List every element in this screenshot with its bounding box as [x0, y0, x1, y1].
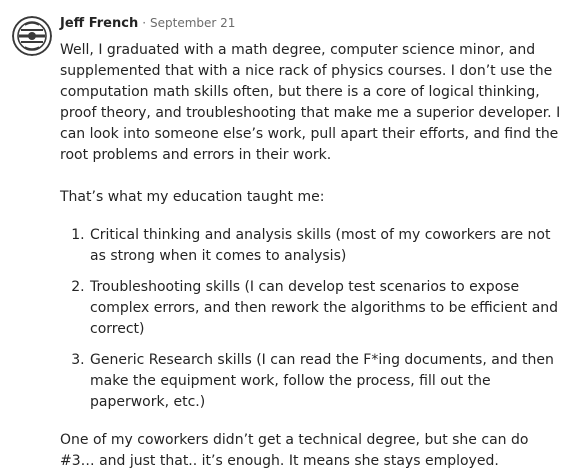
skills-list: Critical thinking and analysis skills (m…: [60, 225, 565, 413]
avatar-logo-icon: [12, 16, 52, 56]
list-item: Troubleshooting skills (I can develop te…: [89, 277, 565, 340]
comment: Jeff French · September 21 Well, I gradu…: [0, 0, 567, 470]
comment-header: Jeff French · September 21: [60, 16, 235, 38]
paragraph-closing: One of my coworkers didn’t get a technic…: [60, 432, 529, 469]
avatar[interactable]: [12, 16, 52, 56]
list-item: Critical thinking and analysis skills (m…: [89, 225, 565, 267]
paragraph-intro: Well, I graduated with a math degree, co…: [60, 42, 561, 163]
list-item: Generic Research skills (I can read the …: [89, 350, 565, 413]
comment-body: Well, I graduated with a math degree, co…: [60, 40, 565, 472]
paragraph-lead: That’s what my education taught me:: [60, 189, 325, 205]
comment-date[interactable]: September 21: [150, 16, 235, 30]
author-name[interactable]: Jeff French: [60, 16, 138, 31]
header-separator: ·: [142, 16, 147, 30]
